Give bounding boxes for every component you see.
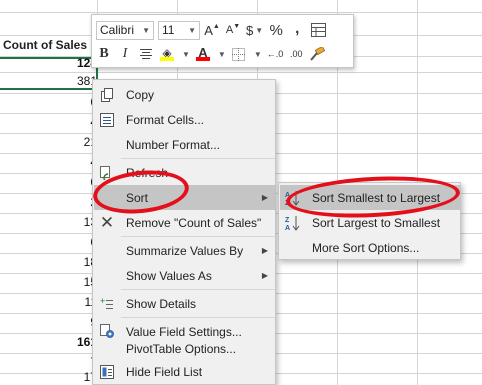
chevron-down-icon[interactable]: ▼: [218, 50, 226, 59]
menu-item-label: Number Format...: [126, 137, 221, 152]
sort-ascending-icon: AZ: [280, 185, 306, 210]
menu-item-copy[interactable]: Copy: [94, 82, 276, 107]
chevron-down-icon: ▼: [142, 25, 150, 35]
remove-icon: ✕: [99, 212, 115, 232]
menu-separator: [121, 236, 275, 237]
submenu-arrow-icon: ▶: [261, 271, 268, 280]
menu-item-pivottable-options[interactable]: PivotTable Options...: [94, 336, 276, 361]
currency-format-button[interactable]: $ ▼: [246, 20, 263, 40]
menu-item-refresh[interactable]: Refresh: [94, 160, 276, 185]
menu-item-summarize-values[interactable]: Summarize Values By ▶: [94, 238, 276, 263]
menu-item-label: Sort Largest to Smallest: [312, 215, 441, 230]
chevron-down-icon[interactable]: ▼: [182, 50, 190, 59]
percent-icon: %: [269, 21, 283, 39]
menu-item-sort[interactable]: Sort ▶: [94, 185, 276, 210]
menu-item-hide-field-list[interactable]: Hide Field List: [94, 359, 276, 384]
mini-formatting-toolbar: Calibri ▼ 11 ▼ A ▲ A ▼ $ ▼ % , B I ◈ ▼ A…: [91, 14, 354, 68]
row-gridline: [0, 72, 482, 73]
submenu-arrow-icon: ▶: [261, 246, 268, 255]
align-center-button[interactable]: [138, 44, 154, 64]
menu-separator: [121, 158, 275, 159]
grow-font-button[interactable]: A ▲: [204, 20, 220, 40]
menu-item-format-cells[interactable]: Format Cells...: [94, 107, 276, 132]
svg-text:Z: Z: [285, 217, 290, 224]
font-name-dropdown[interactable]: Calibri ▼: [96, 20, 154, 40]
menu-item-label: Show Values As: [126, 268, 212, 283]
font-color-swatch: [195, 57, 210, 61]
font-size-value: 11: [162, 23, 175, 37]
svg-text:+: +: [100, 297, 105, 306]
pivot-value-header[interactable]: Count of Sales: [0, 36, 97, 55]
toolbar-row-2: B I ◈ ▼ A ▼ ▼ ←.0 .00: [96, 42, 330, 66]
menu-item-remove-field[interactable]: ✕ Remove "Count of Sales": [94, 210, 276, 235]
font-name-value: Calibri: [100, 23, 135, 37]
menu-item-label: PivotTable Options...: [126, 341, 237, 356]
comma-style-button[interactable]: ,: [289, 20, 305, 40]
menu-item-label: Sort Smallest to Largest: [312, 190, 441, 205]
menu-item-label: Copy: [126, 87, 155, 102]
show-details-icon: +: [94, 291, 120, 316]
menu-item-more-sort-options[interactable]: More Sort Options...: [280, 235, 461, 260]
chevron-down-icon: ▼: [255, 25, 264, 35]
menu-item-show-values-as[interactable]: Show Values As ▶: [94, 263, 276, 288]
fill-color-button[interactable]: ◈: [159, 44, 175, 64]
borders-button[interactable]: [231, 44, 247, 64]
format-painter-icon: [310, 47, 326, 61]
font-color-button[interactable]: A: [195, 44, 211, 64]
menu-item-label: Hide Field List: [126, 364, 203, 379]
menu-item-label: Refresh: [126, 165, 169, 180]
comma-icon: ,: [295, 19, 300, 37]
shrink-font-icon: A: [225, 24, 234, 36]
menu-item-label: Remove "Count of Sales": [126, 215, 262, 230]
fill-color-swatch: [160, 57, 174, 61]
grow-font-icon: A: [204, 22, 213, 38]
table-format-icon: [310, 23, 326, 37]
format-table-button[interactable]: [310, 20, 326, 40]
svg-text:A: A: [285, 192, 290, 199]
field-list-icon: [94, 359, 120, 384]
chevron-down-icon[interactable]: ▼: [254, 50, 262, 59]
menu-item-label: Show Details: [126, 296, 197, 311]
menu-item-show-details[interactable]: + Show Details: [94, 291, 276, 316]
svg-text:A: A: [285, 225, 290, 231]
row-gridline: [0, 12, 482, 13]
copy-icon: [94, 82, 120, 107]
italic-button[interactable]: I: [117, 44, 133, 64]
borders-icon: [232, 47, 246, 61]
menu-item-label: Summarize Values By: [126, 243, 244, 258]
increase-decimal-button[interactable]: ←.0: [267, 44, 284, 64]
menu-separator: [121, 289, 275, 290]
percent-style-button[interactable]: %: [268, 20, 284, 40]
menu-item-label: Format Cells...: [126, 112, 205, 127]
align-center-icon: [140, 49, 152, 59]
menu-separator: [121, 317, 275, 318]
menu-item-label: More Sort Options...: [312, 240, 420, 255]
currency-icon: $: [246, 22, 254, 38]
refresh-icon: [94, 160, 120, 185]
chevron-down-icon: ▼: [188, 25, 196, 35]
bold-button[interactable]: B: [96, 44, 112, 64]
sort-descending-icon: ZA: [280, 210, 306, 235]
format-cells-icon: [94, 107, 120, 132]
menu-item-sort-descending[interactable]: ZA Sort Largest to Smallest: [280, 210, 461, 235]
selection-border: [0, 88, 97, 90]
svg-text:Z: Z: [285, 200, 290, 206]
increase-decimal-icon: ←.0: [266, 49, 284, 59]
menu-item-sort-ascending[interactable]: AZ Sort Smallest to Largest: [280, 185, 461, 210]
toolbar-row-1: Calibri ▼ 11 ▼ A ▲ A ▼ $ ▼ % ,: [96, 18, 331, 42]
sort-submenu: AZ Sort Smallest to Largest ZA Sort Larg…: [278, 182, 461, 260]
submenu-arrow-icon: ▶: [261, 193, 268, 202]
font-size-dropdown[interactable]: 11 ▼: [158, 20, 200, 40]
format-painter-button[interactable]: [309, 44, 326, 64]
decrease-decimal-icon: .00: [290, 49, 303, 59]
shrink-font-button[interactable]: A ▼: [225, 20, 241, 40]
menu-item-number-format[interactable]: Number Format...: [94, 132, 276, 157]
context-menu: Copy Format Cells... Number Format... Re…: [92, 79, 276, 385]
menu-item-label: Sort: [126, 190, 149, 205]
decrease-decimal-button[interactable]: .00: [288, 44, 304, 64]
